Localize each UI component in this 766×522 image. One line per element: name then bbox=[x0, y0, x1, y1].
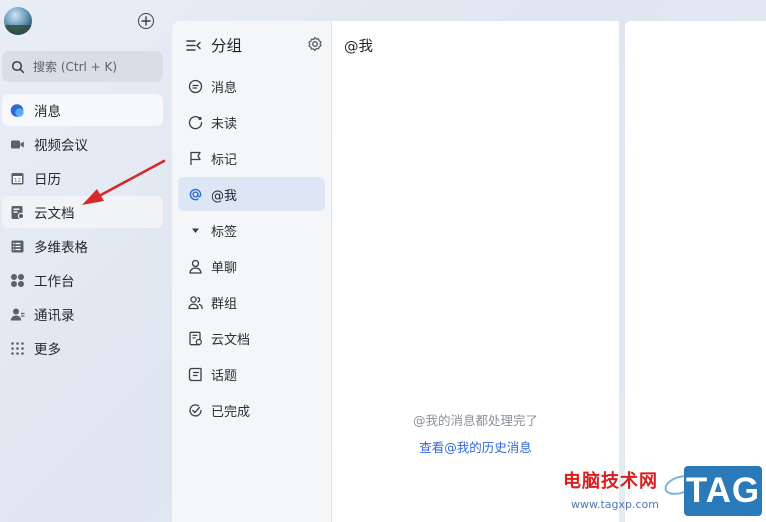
view-history-link[interactable]: 查看@我的历史消息 bbox=[332, 437, 619, 456]
group-item-label: 云文档 bbox=[211, 332, 251, 348]
page-title: @我 bbox=[344, 39, 373, 55]
sidebar-item-label: 日历 bbox=[34, 172, 61, 188]
sidebar-item-label: 视频会议 bbox=[34, 138, 88, 154]
at-icon bbox=[188, 187, 203, 202]
search-icon bbox=[11, 60, 25, 73]
group-panel: 分组 消息 未读 标记 @我 标签 单聊 群组 云文档 话题 已完成 bbox=[172, 21, 331, 522]
group-item-label: 话题 bbox=[211, 368, 238, 384]
group-item-direct-chats[interactable]: 单聊 bbox=[178, 249, 325, 283]
group-item-label: 群组 bbox=[211, 296, 238, 312]
group-item-flagged[interactable]: 标记 bbox=[178, 141, 325, 175]
unread-icon bbox=[188, 115, 203, 130]
sidebar-item-workplace[interactable]: 工作台 bbox=[2, 264, 163, 296]
plus-icon bbox=[141, 16, 151, 26]
sidebar: 搜索 (Ctrl + K) 消息 视频会议 12 日历 云文档 多维表格 工作台… bbox=[0, 0, 172, 522]
search-placeholder: 搜索 (Ctrl + K) bbox=[33, 60, 118, 74]
sidebar-item-label: 工作台 bbox=[34, 274, 75, 290]
svg-text:12: 12 bbox=[14, 178, 21, 184]
watermark-tag-logo: TAG bbox=[684, 466, 762, 516]
group-item-label: 未读 bbox=[211, 116, 238, 132]
group-item-label: 消息 bbox=[211, 80, 238, 96]
group-item-topics[interactable]: 话题 bbox=[178, 357, 325, 391]
sidebar-item-label: 云文档 bbox=[34, 206, 75, 222]
sidebar-item-messages[interactable]: 消息 bbox=[2, 94, 163, 126]
sidebar-item-label: 更多 bbox=[34, 342, 61, 358]
message-bubble-icon bbox=[10, 103, 25, 118]
group-item-cloud-docs[interactable]: 云文档 bbox=[178, 321, 325, 355]
empty-state-message: @我的消息都处理完了 bbox=[412, 413, 538, 428]
video-camera-icon bbox=[10, 137, 25, 152]
create-plus-button[interactable] bbox=[138, 13, 154, 29]
tag-triangle-icon bbox=[188, 223, 203, 238]
workspace-grid-icon bbox=[10, 273, 25, 288]
sidebar-item-label: 通讯录 bbox=[34, 308, 75, 324]
sidebar-item-contacts[interactable]: 通讯录 bbox=[2, 298, 163, 330]
group-item-unread[interactable]: 未读 bbox=[178, 105, 325, 139]
detail-panel bbox=[625, 21, 766, 522]
avatar[interactable] bbox=[4, 7, 32, 35]
sidebar-item-label: 多维表格 bbox=[34, 240, 88, 256]
calendar-icon: 12 bbox=[10, 171, 25, 186]
table-icon bbox=[10, 239, 25, 254]
person-icon bbox=[188, 259, 203, 274]
contacts-icon bbox=[10, 307, 25, 322]
collapse-menu-icon[interactable] bbox=[185, 37, 202, 54]
more-dots-icon bbox=[10, 341, 25, 356]
group-item-mentions[interactable]: @我 bbox=[178, 177, 325, 211]
chat-icon bbox=[188, 79, 203, 94]
group-icon bbox=[188, 295, 203, 310]
doc-icon bbox=[188, 331, 203, 346]
sidebar-item-calendar[interactable]: 12 日历 bbox=[2, 162, 163, 194]
cloud-doc-icon bbox=[10, 205, 25, 220]
watermark-url: www.tagxp.com bbox=[571, 498, 659, 511]
check-circle-icon bbox=[188, 403, 203, 418]
search-input[interactable]: 搜索 (Ctrl + K) bbox=[2, 51, 163, 82]
topic-icon bbox=[188, 367, 203, 382]
group-panel-title: 分组 bbox=[211, 37, 243, 55]
sidebar-item-video-meeting[interactable]: 视频会议 bbox=[2, 128, 163, 160]
sidebar-item-label: 消息 bbox=[34, 104, 61, 120]
group-panel-header: 分组 bbox=[185, 33, 325, 57]
group-item-label: 标记 bbox=[211, 152, 238, 168]
group-item-messages[interactable]: 消息 bbox=[178, 69, 325, 103]
group-item-label: 单聊 bbox=[211, 260, 238, 276]
group-item-label: 已完成 bbox=[211, 404, 251, 420]
mentions-panel: @我 @我的消息都处理完了 查看@我的历史消息 bbox=[332, 21, 619, 522]
group-item-labels[interactable]: 标签 bbox=[178, 213, 325, 247]
group-item-groups[interactable]: 群组 bbox=[178, 285, 325, 319]
group-item-label: 标签 bbox=[211, 224, 238, 240]
sidebar-item-more[interactable]: 更多 bbox=[2, 332, 163, 364]
sidebar-item-cloud-docs[interactable]: 云文档 bbox=[2, 196, 163, 228]
group-item-label: @我 bbox=[211, 188, 238, 204]
group-item-done[interactable]: 已完成 bbox=[178, 393, 325, 427]
flag-icon bbox=[188, 151, 203, 166]
watermark-site-name: 电脑技术网 bbox=[563, 471, 658, 492]
sidebar-item-bitable[interactable]: 多维表格 bbox=[2, 230, 163, 262]
gear-icon[interactable] bbox=[307, 36, 323, 52]
